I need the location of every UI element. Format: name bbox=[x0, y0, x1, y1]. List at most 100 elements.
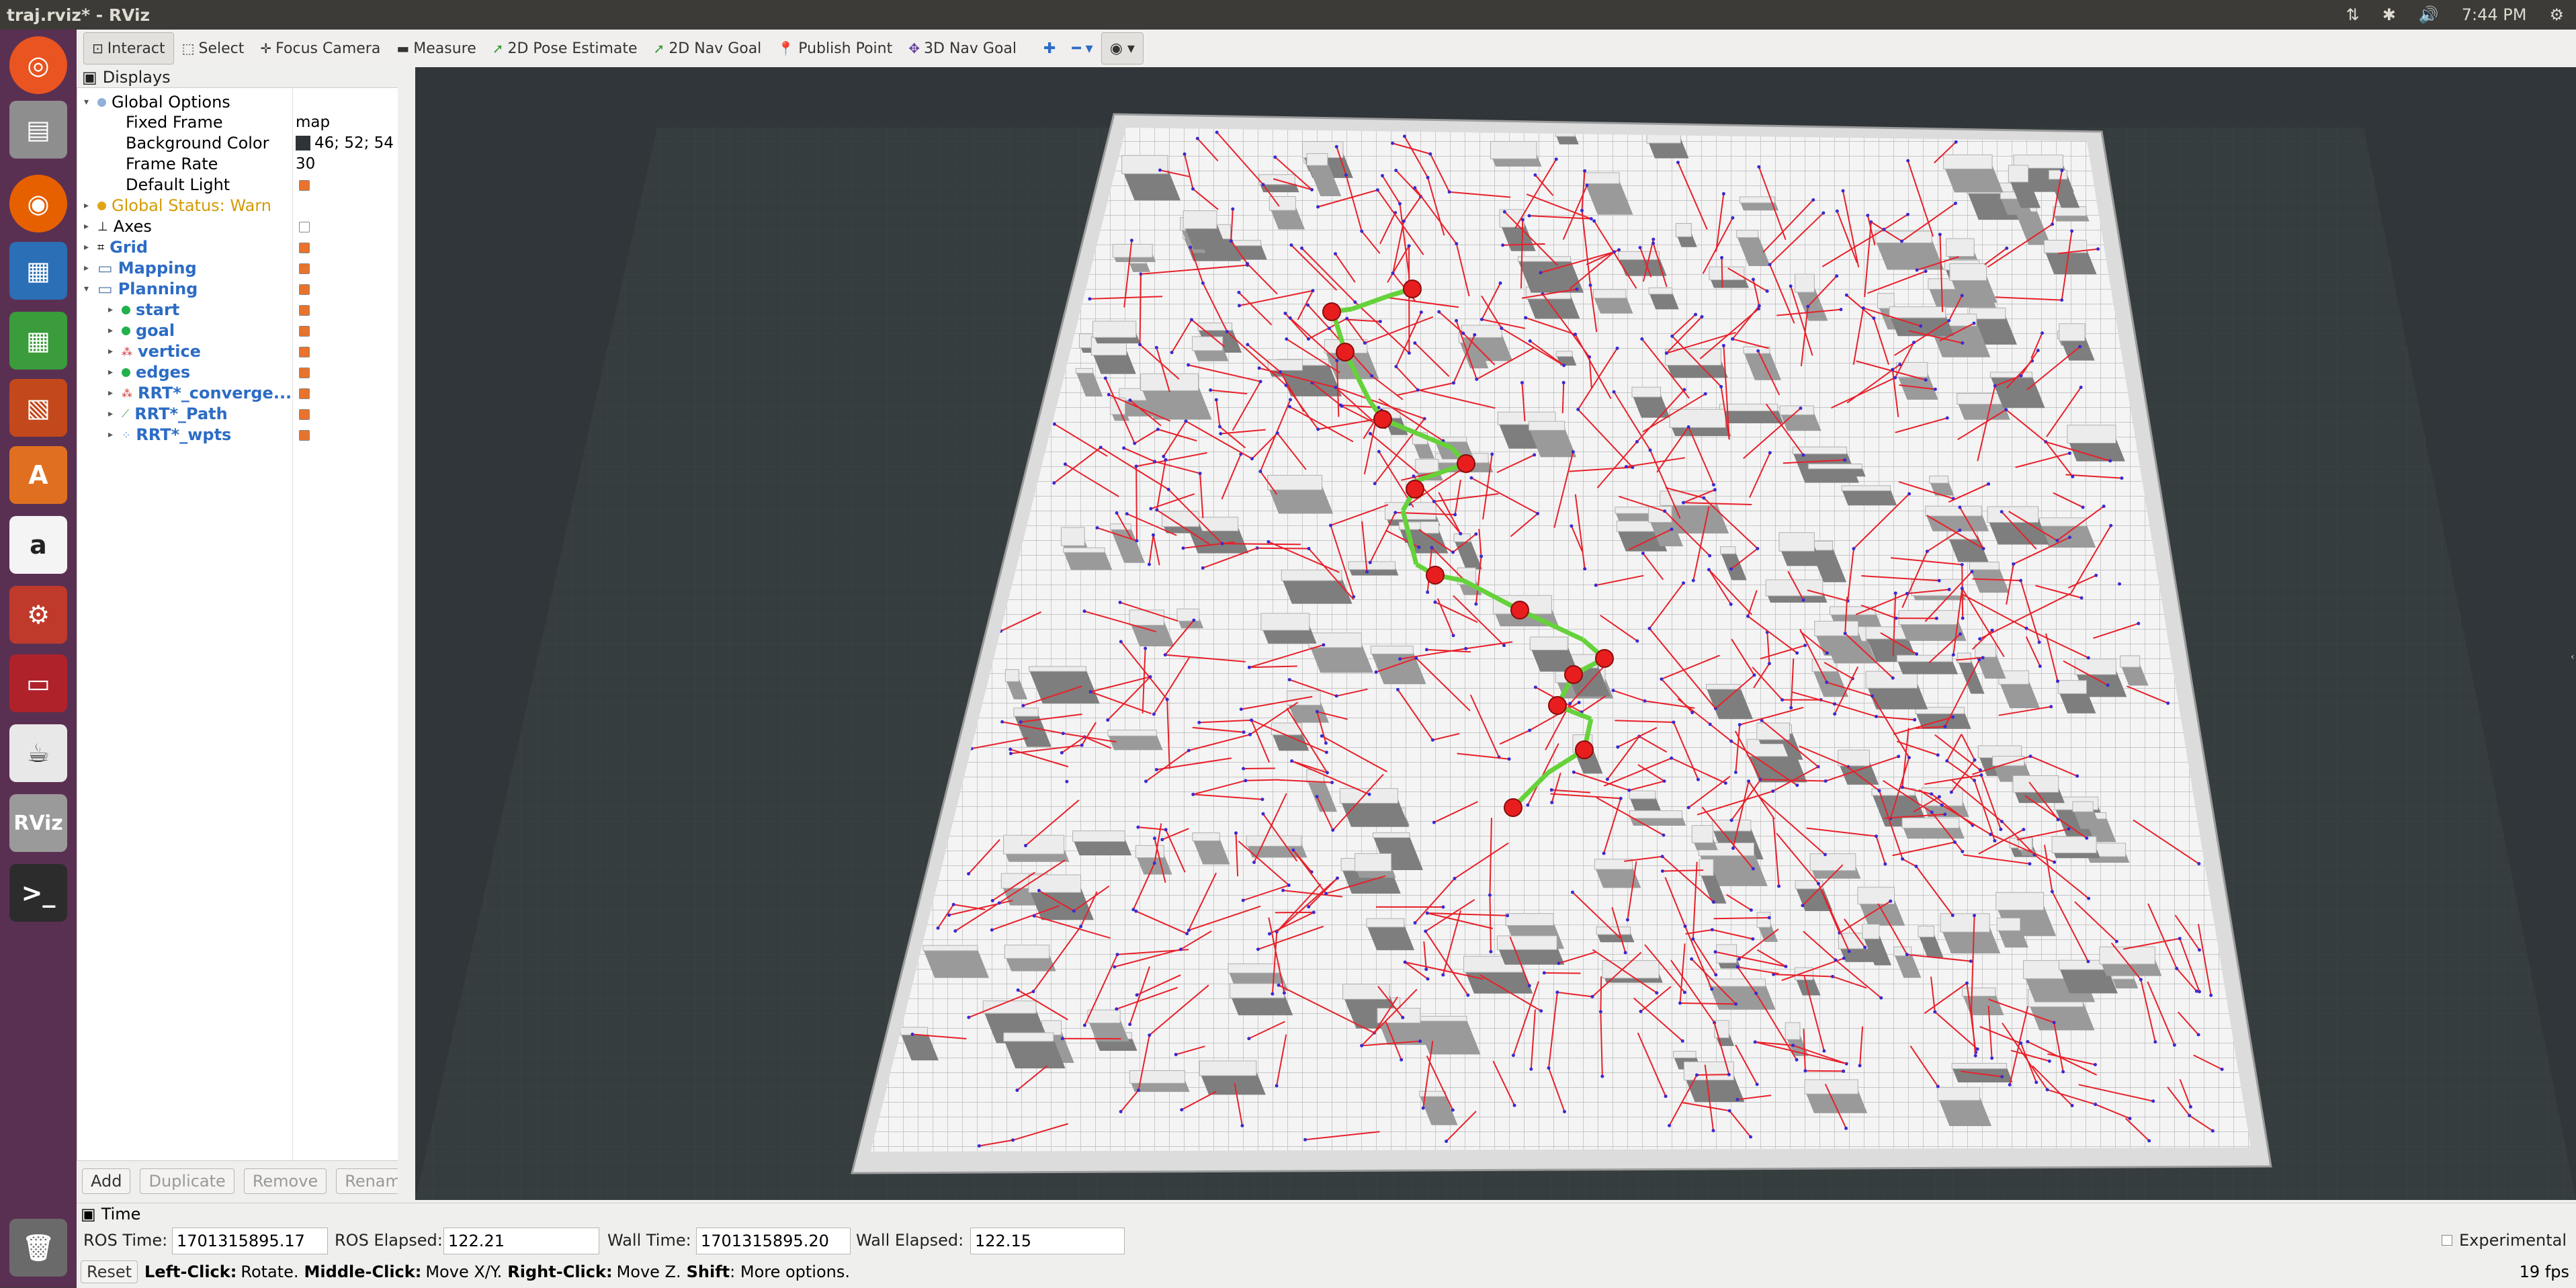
impress-icon[interactable]: ▧ bbox=[9, 379, 67, 437]
rrt-vertex bbox=[1196, 137, 1199, 140]
pose-estimate-tool[interactable]: ➚2D Pose Estimate bbox=[484, 33, 646, 64]
tree-goal[interactable]: ▸goal bbox=[108, 320, 175, 341]
3d-nav-goal-tool[interactable]: ✥3D Nav Goal bbox=[900, 33, 1025, 64]
interact-tool[interactable]: ⊡Interact bbox=[83, 32, 174, 65]
expand-arrow-icon[interactable]: ▸ bbox=[108, 367, 122, 378]
ros-elapsed-field[interactable]: 122.21 bbox=[443, 1228, 599, 1254]
rrt-converge-checkbox[interactable] bbox=[299, 388, 310, 399]
rrt-vertex bbox=[1539, 1009, 1543, 1013]
duplicate-button[interactable]: Duplicate bbox=[140, 1168, 234, 1194]
axes-checkbox[interactable] bbox=[299, 222, 310, 232]
rrt-vertex bbox=[990, 929, 994, 932]
rrt-path-checkbox[interactable] bbox=[299, 409, 310, 420]
expand-arrow-icon[interactable]: ▸ bbox=[84, 221, 97, 232]
expand-arrow-icon[interactable]: ▾ bbox=[84, 97, 97, 108]
ros-time-field[interactable]: 1701315895.17 bbox=[172, 1228, 328, 1254]
ubuntu-dash-icon[interactable]: ◎ bbox=[9, 36, 67, 94]
expand-arrow-icon[interactable]: ▸ bbox=[108, 388, 122, 398]
panel-splitter[interactable] bbox=[398, 67, 415, 1200]
rrt-vertex bbox=[1639, 1010, 1643, 1013]
tree-planning[interactable]: ▾▭Planning bbox=[84, 279, 198, 299]
wall-time-field[interactable]: 1701315895.20 bbox=[696, 1228, 851, 1254]
tree-mapping[interactable]: ▸▭Mapping bbox=[84, 258, 197, 278]
rviz-icon[interactable]: RViz bbox=[9, 794, 67, 852]
tree-vertice[interactable]: ▸⁂vertice bbox=[108, 341, 201, 361]
edges-checkbox[interactable] bbox=[299, 368, 310, 378]
expand-arrow-icon[interactable]: ▸ bbox=[108, 304, 122, 315]
calc-icon[interactable]: ▦ bbox=[9, 312, 67, 370]
network-icon[interactable]: ⇅ bbox=[2346, 5, 2360, 24]
experimental-checkbox[interactable] bbox=[2442, 1235, 2452, 1246]
expand-arrow-icon[interactable]: ▸ bbox=[108, 409, 122, 419]
rrt-vertex bbox=[1712, 900, 1715, 904]
java-icon[interactable]: ☕ bbox=[9, 724, 67, 782]
rrt-vertex bbox=[1981, 656, 1985, 659]
volume-icon[interactable]: 🔊 bbox=[2419, 5, 2439, 24]
expand-arrow-icon[interactable]: ▸ bbox=[108, 429, 122, 440]
tree-rrt-converge[interactable]: ▸⁂RRT*_converge... bbox=[108, 383, 292, 403]
mapping-checkbox[interactable] bbox=[299, 263, 310, 274]
vertice-checkbox[interactable] bbox=[299, 347, 310, 357]
add-tool-button[interactable]: ✚ bbox=[1035, 33, 1064, 64]
tree-edges[interactable]: ▸edges bbox=[108, 362, 190, 382]
frame-rate-value[interactable]: 30 bbox=[296, 154, 315, 174]
wall-elapsed-field[interactable]: 122.15 bbox=[970, 1228, 1125, 1254]
default-light-checkbox[interactable] bbox=[299, 180, 310, 191]
tree-global-options[interactable]: ▾Global Options bbox=[84, 92, 230, 112]
expand-arrow-icon[interactable]: ▸ bbox=[108, 325, 122, 336]
settings-gear-icon[interactable]: ⚙ bbox=[2549, 5, 2564, 24]
planning-checkbox[interactable] bbox=[299, 284, 310, 295]
render-viewport[interactable]: ‹ bbox=[415, 67, 2576, 1200]
bg-color-value[interactable]: 46; 52; 54 bbox=[296, 133, 394, 153]
writer-icon[interactable]: ▦ bbox=[9, 242, 67, 300]
expand-arrow-icon[interactable]: ▾ bbox=[84, 284, 97, 294]
software-center-icon[interactable]: A bbox=[9, 446, 67, 504]
rrt-vertex bbox=[1529, 339, 1532, 343]
publish-point-tool[interactable]: 📍Publish Point bbox=[769, 33, 900, 64]
rrt-vertex bbox=[1889, 900, 1892, 903]
camera-view-button[interactable]: ◉ ▾ bbox=[1101, 32, 1144, 65]
rrt-vertex bbox=[1116, 953, 1119, 956]
clock[interactable]: 7:44 PM bbox=[2462, 5, 2527, 24]
viewport-collapse-handle[interactable]: ‹ bbox=[2571, 652, 2576, 665]
tree-global-status[interactable]: ▸Global Status: Warn bbox=[84, 196, 271, 216]
settings-icon[interactable]: ⚙ bbox=[9, 586, 67, 644]
grid-checkbox[interactable] bbox=[299, 243, 310, 253]
monitor-icon[interactable]: ▭ bbox=[9, 654, 67, 712]
select-tool[interactable]: ⬚Select bbox=[174, 33, 253, 64]
reset-button[interactable]: Reset bbox=[81, 1260, 138, 1283]
tree-start[interactable]: ▸start bbox=[108, 300, 179, 320]
start-checkbox[interactable] bbox=[299, 305, 310, 316]
tree-rrt-path[interactable]: ▸⟋RRT*_Path bbox=[108, 404, 228, 424]
ros-elapsed-label: ROS Elapsed: bbox=[335, 1228, 443, 1253]
tree-grid[interactable]: ▸⌗Grid bbox=[84, 237, 148, 257]
expand-arrow-icon[interactable]: ▸ bbox=[84, 242, 97, 253]
expand-arrow-icon[interactable]: ▸ bbox=[84, 263, 97, 273]
column-divider[interactable] bbox=[292, 88, 293, 1160]
rrt-vertex bbox=[1695, 1073, 1699, 1076]
rrt-vertex bbox=[1879, 996, 1883, 1000]
remove-tool-button[interactable]: ━ ▾ bbox=[1064, 33, 1101, 64]
amazon-icon[interactable]: a bbox=[9, 516, 67, 574]
tree-axes[interactable]: ▸⊥Axes bbox=[84, 216, 152, 237]
add-button[interactable]: Add bbox=[82, 1168, 130, 1194]
rrt-wpts-checkbox[interactable] bbox=[299, 430, 310, 441]
trash-icon[interactable]: 🗑 bbox=[9, 1219, 67, 1277]
nav-goal-tool[interactable]: ➚2D Nav Goal bbox=[646, 33, 770, 64]
rrt-vertex bbox=[1024, 844, 1027, 847]
firefox-icon[interactable]: ◉ bbox=[9, 175, 67, 232]
3d-scene[interactable] bbox=[415, 67, 2576, 1200]
expand-arrow-icon[interactable]: ▸ bbox=[84, 200, 97, 211]
tree-rrt-wpts[interactable]: ▸⁘RRT*_wpts bbox=[108, 425, 231, 445]
goal-checkbox[interactable] bbox=[299, 326, 310, 337]
displays-tree[interactable]: ▾Global Options Fixed Frame map Backgrou… bbox=[77, 87, 399, 1161]
remove-button[interactable]: Remove bbox=[244, 1168, 327, 1194]
files-icon[interactable]: ▤ bbox=[9, 101, 67, 159]
expand-arrow-icon[interactable]: ▸ bbox=[108, 346, 122, 357]
bluetooth-icon[interactable]: ✱ bbox=[2382, 5, 2396, 24]
focus-camera-tool[interactable]: ✛Focus Camera bbox=[252, 33, 388, 64]
experimental-toggle[interactable]: Experimental bbox=[2442, 1228, 2567, 1253]
fixed-frame-value[interactable]: map bbox=[296, 112, 330, 132]
measure-tool[interactable]: ▬Measure bbox=[388, 33, 484, 64]
terminal-icon[interactable]: >_ bbox=[9, 864, 67, 922]
